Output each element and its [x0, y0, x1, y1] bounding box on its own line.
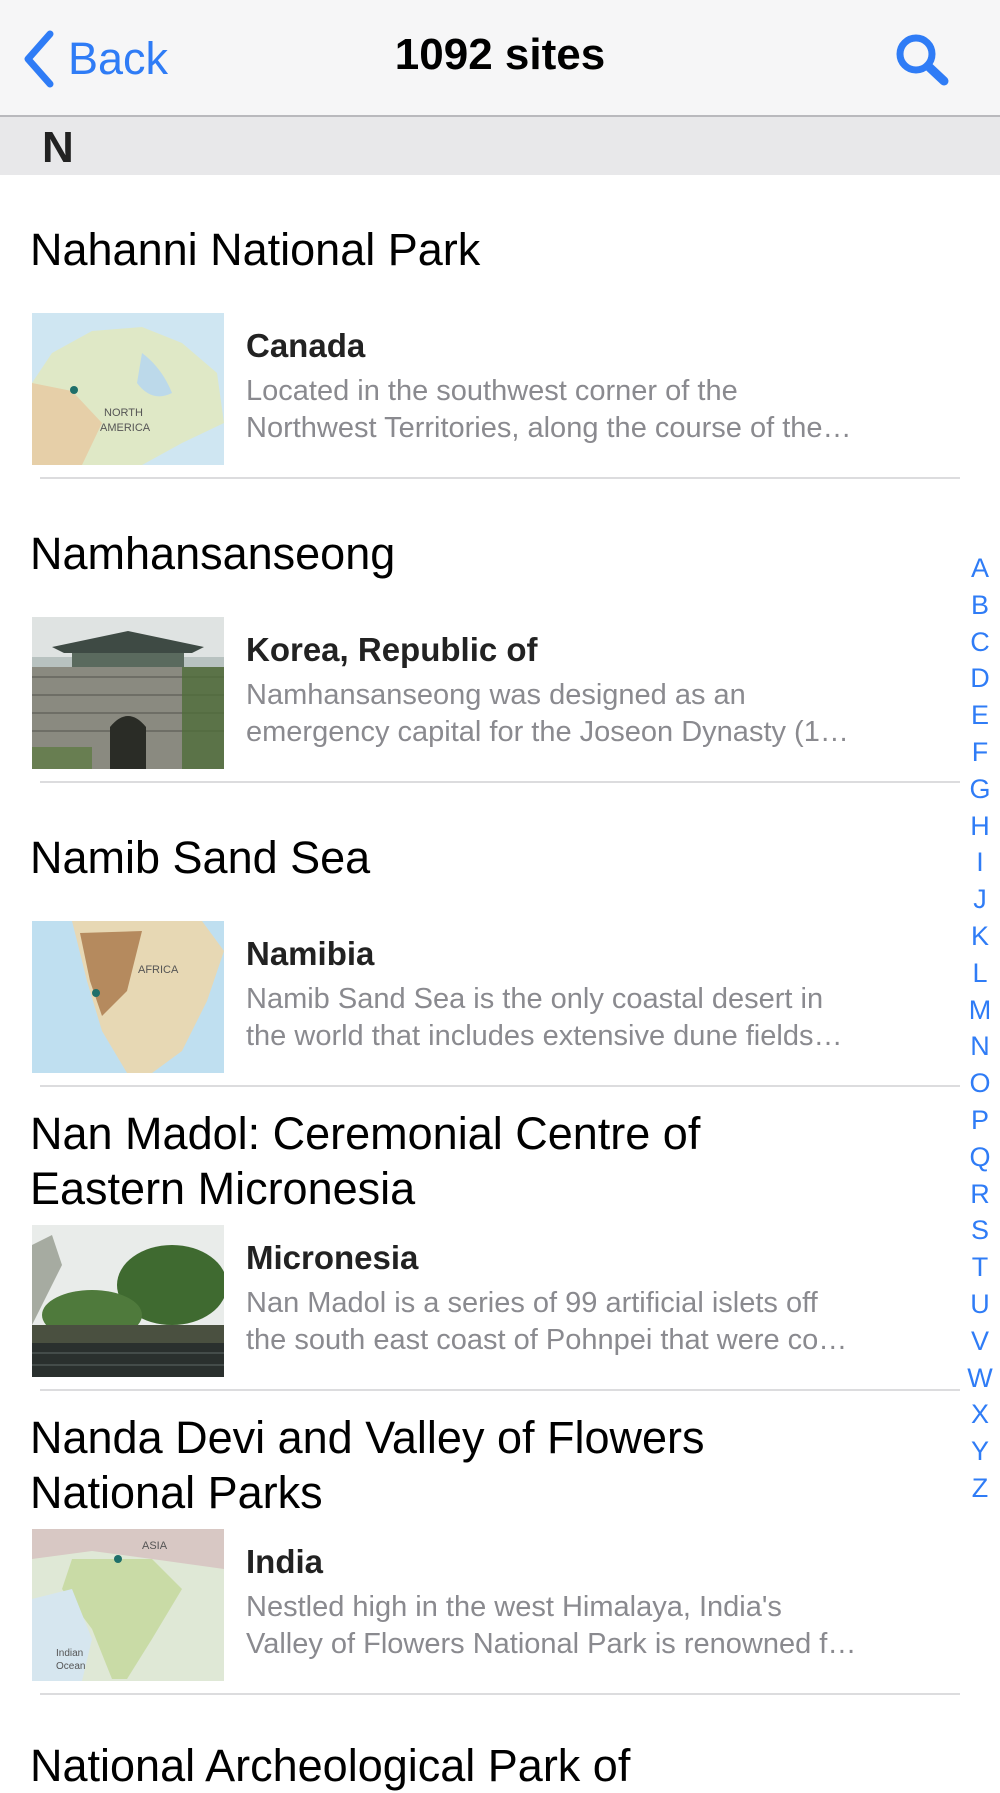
- site-country: Korea, Republic of: [246, 631, 538, 668]
- list-item[interactable]: Nan Madol: Ceremonial Centre of Eastern …: [0, 1087, 1000, 1391]
- alphabet-index[interactable]: ABCDEFGHIJKLMNOPQRSTUVWXYZ: [958, 550, 1000, 1507]
- index-letter-p[interactable]: P: [971, 1102, 989, 1139]
- site-description: Namhansanseong was designed as an emerge…: [246, 677, 926, 751]
- site-country: Canada: [246, 327, 366, 364]
- index-letter-q[interactable]: Q: [969, 1139, 990, 1176]
- index-letter-k[interactable]: K: [971, 918, 989, 955]
- navigation-bar: Back 1092 sites: [0, 0, 1000, 117]
- index-letter-o[interactable]: O: [969, 1065, 990, 1102]
- site-name: Namhansanseong: [30, 527, 396, 579]
- map-label-3: Ocean: [56, 1661, 85, 1672]
- description-line: Northwest Territories, along the course …: [246, 412, 852, 444]
- index-letter-e[interactable]: E: [971, 697, 989, 734]
- index-letter-a[interactable]: A: [971, 550, 989, 587]
- site-map-thumbnail: NORTH AMERICA: [32, 313, 224, 465]
- index-letter-t[interactable]: T: [972, 1249, 989, 1286]
- description-line: Nestled high in the west Himalaya, India…: [246, 1591, 782, 1623]
- site-name: Nan Madol: Ceremonial Centre of Eastern …: [30, 1108, 701, 1214]
- description-line: emergency capital for the Joseon Dynasty…: [246, 716, 849, 748]
- site-map-thumbnail: ASIA Indian Ocean: [32, 1529, 224, 1681]
- index-letter-m[interactable]: M: [969, 992, 992, 1029]
- site-name: Namib Sand Sea: [30, 831, 371, 883]
- site-description: Nestled high in the west Himalaya, India…: [246, 1589, 926, 1663]
- index-letter-d[interactable]: D: [970, 660, 990, 697]
- site-description: Nan Madol is a series of 99 artificial i…: [246, 1285, 926, 1359]
- site-list: Nahanni National Park NORTH AMERICA Cana…: [0, 175, 1000, 1695]
- index-letter-u[interactable]: U: [970, 1286, 990, 1323]
- map-label-2: Indian: [56, 1648, 83, 1659]
- back-label: Back: [68, 33, 169, 84]
- site-photo-thumbnail: [32, 617, 224, 769]
- site-photo-thumbnail: [32, 1225, 224, 1377]
- site-name: Nahanni National Park: [30, 223, 481, 275]
- map-label-1: ASIA: [142, 1540, 168, 1552]
- index-letter-l[interactable]: L: [972, 955, 987, 992]
- list-item[interactable]: Nahanni National Park NORTH AMERICA Cana…: [0, 175, 1000, 479]
- index-letter-h[interactable]: H: [970, 808, 990, 845]
- description-line: Nan Madol is a series of 99 artificial i…: [246, 1287, 818, 1319]
- index-letter-x[interactable]: X: [971, 1396, 989, 1433]
- section-header: N: [0, 117, 1000, 175]
- site-country: India: [246, 1543, 324, 1580]
- back-button[interactable]: Back: [20, 28, 168, 90]
- index-letter-v[interactable]: V: [971, 1323, 989, 1360]
- index-letter-z[interactable]: Z: [972, 1470, 989, 1507]
- divider: [40, 1693, 960, 1695]
- list-item[interactable]: Namhansanseong Korea, Republic of Namhan…: [0, 479, 1000, 783]
- site-country: Namibia: [246, 935, 375, 972]
- search-icon: [896, 34, 949, 86]
- index-letter-c[interactable]: C: [970, 624, 990, 661]
- chevron-left-icon: [24, 30, 54, 88]
- map-label-1: NORTH: [104, 407, 143, 419]
- site-country: Micronesia: [246, 1239, 419, 1276]
- description-line: Valley of Flowers National Park is renow…: [246, 1628, 857, 1660]
- list-item[interactable]: Namib Sand Sea AFRICA Namibia Namib Sand…: [0, 783, 1000, 1087]
- description-line: Namhansanseong was designed as an: [246, 679, 746, 711]
- index-letter-w[interactable]: W: [967, 1360, 992, 1397]
- description-line: the world that includes extensive dune f…: [246, 1020, 843, 1052]
- map-label-1: AFRICA: [138, 964, 179, 976]
- index-letter-j[interactable]: J: [973, 881, 987, 918]
- search-button[interactable]: [890, 30, 954, 88]
- index-letter-g[interactable]: G: [969, 771, 990, 808]
- site-name[interactable]: National Archeological Park of: [30, 1738, 830, 1793]
- index-letter-n[interactable]: N: [970, 1028, 990, 1065]
- list-item[interactable]: Nanda Devi and Valley of Flowers Nationa…: [0, 1391, 1000, 1695]
- index-letter-s[interactable]: S: [971, 1212, 989, 1249]
- index-letter-y[interactable]: Y: [971, 1433, 989, 1470]
- index-letter-i[interactable]: I: [976, 844, 984, 881]
- section-letter: N: [42, 123, 74, 172]
- description-line: Located in the southwest corner of the: [246, 375, 738, 407]
- index-letter-r[interactable]: R: [970, 1176, 990, 1213]
- index-letter-f[interactable]: F: [972, 734, 989, 771]
- description-line: the south east coast of Pohnpei that wer…: [246, 1324, 848, 1356]
- site-description: Namib Sand Sea is the only coastal deser…: [246, 981, 926, 1055]
- map-label-2: AMERICA: [100, 422, 151, 434]
- site-name: Nanda Devi and Valley of Flowers Nationa…: [30, 1412, 705, 1518]
- site-description: Located in the southwest corner of the N…: [246, 373, 926, 447]
- description-line: Namib Sand Sea is the only coastal deser…: [246, 983, 824, 1015]
- index-letter-b[interactable]: B: [971, 587, 989, 624]
- site-map-thumbnail: AFRICA: [32, 921, 224, 1073]
